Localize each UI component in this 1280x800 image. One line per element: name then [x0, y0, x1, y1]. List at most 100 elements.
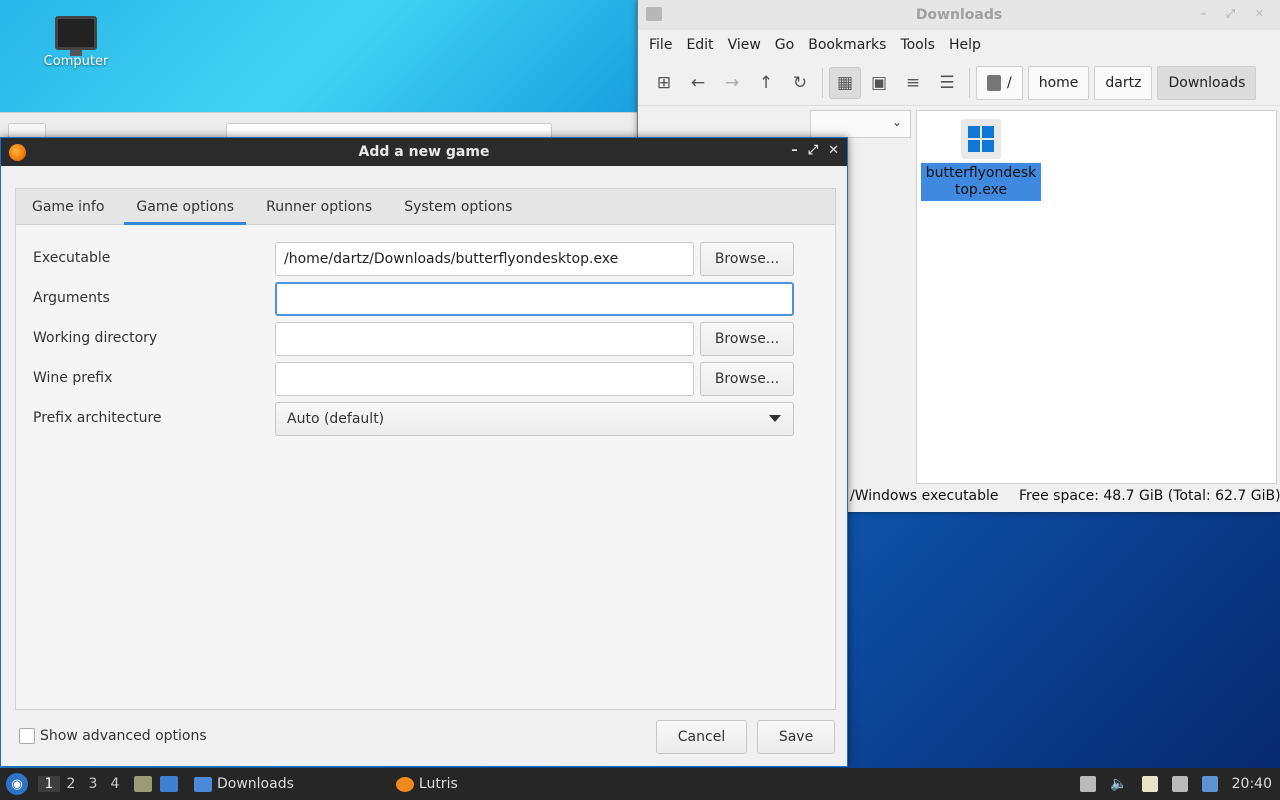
close-icon[interactable]: ✕ — [828, 143, 839, 158]
show-desktop-icon[interactable] — [160, 776, 178, 792]
system-tray: 🔈 20:40 — [1080, 768, 1272, 800]
status-file-type: /Windows executable — [850, 488, 999, 504]
tab-bar: Game info Game options Runner options Sy… — [16, 189, 835, 225]
tab-runner-options[interactable]: Runner options — [254, 189, 384, 224]
menu-tools[interactable]: Tools — [893, 37, 942, 53]
arguments-row: Arguments — [16, 282, 835, 316]
working-directory-row: Working directory Browse... — [16, 322, 835, 356]
dropdown-arrow-icon — [769, 415, 781, 422]
toolbar-separator — [969, 67, 970, 98]
wine-prefix-label: Wine prefix — [33, 370, 113, 386]
thumbnail-view-icon[interactable]: ▣ — [863, 67, 895, 99]
computer-desktop-icon[interactable]: Computer — [34, 16, 118, 69]
clipboard-icon[interactable] — [1141, 776, 1158, 792]
eject-icon[interactable] — [1080, 776, 1097, 792]
menu-view[interactable]: View — [721, 37, 768, 53]
compact-view-icon[interactable]: ≡ — [897, 67, 929, 99]
show-advanced-checkbox[interactable]: Show advanced options — [19, 728, 207, 744]
workspace-2[interactable]: 2 — [60, 776, 82, 792]
forward-icon[interactable]: → — [716, 67, 748, 99]
checkbox-box[interactable] — [19, 728, 35, 744]
up-icon[interactable]: ↑ — [750, 67, 782, 99]
show-advanced-label: Show advanced options — [40, 728, 207, 744]
lutris-icon — [395, 776, 414, 792]
arguments-field[interactable] — [275, 282, 794, 316]
detail-view-icon[interactable]: ☰ — [931, 67, 963, 99]
drive-icon — [987, 74, 1001, 91]
add-game-dialog: Add a new game – ⤢ ✕ Game info Game opti… — [0, 137, 848, 767]
menu-file[interactable]: File — [642, 37, 679, 53]
task-downloads[interactable]: Downloads — [188, 768, 300, 800]
side-pane-selector[interactable]: ⌄ — [810, 110, 911, 138]
clock[interactable]: 20:40 — [1232, 776, 1272, 792]
prefix-architecture-select[interactable]: Auto (default) — [275, 402, 794, 436]
fm-menubar: File Edit View Go Bookmarks Tools Help — [638, 30, 1280, 60]
workspace-4[interactable]: 4 — [104, 776, 126, 792]
folder-icon — [646, 7, 662, 21]
breadcrumb-dartz[interactable]: dartz — [1094, 65, 1153, 100]
breadcrumb-root[interactable]: / — [976, 65, 1023, 100]
tab-game-info[interactable]: Game info — [20, 189, 116, 224]
file-view[interactable]: butterflyondesktop.exe — [916, 110, 1277, 484]
task-lutris[interactable]: Lutris — [390, 768, 464, 800]
executable-browse-button[interactable]: Browse... — [700, 242, 794, 276]
fm-statusbar: /Windows executable Free space: 48.7 GiB… — [850, 488, 1280, 504]
workspace-1[interactable]: 1 — [38, 776, 60, 792]
executable-row: Executable /home/dartz/Downloads/butterf… — [16, 242, 835, 276]
working-directory-label: Working directory — [33, 330, 158, 346]
network-icon[interactable] — [1171, 776, 1188, 792]
status-free-space: Free space: 48.7 GiB (Total: 62.7 GiB) — [1018, 488, 1280, 504]
menu-bookmarks[interactable]: Bookmarks — [801, 37, 893, 53]
folder-icon — [194, 776, 212, 792]
cancel-button[interactable]: Cancel — [656, 720, 747, 754]
executable-label: Executable — [33, 250, 111, 266]
reload-icon[interactable]: ↻ — [784, 67, 816, 99]
start-menu-icon[interactable]: ◉ — [6, 773, 28, 795]
wine-prefix-browse-button[interactable]: Browse... — [700, 362, 794, 396]
computer-label: Computer — [43, 54, 109, 69]
maximize-icon[interactable]: ⤢ — [808, 143, 818, 158]
task-downloads-label: Downloads — [217, 776, 294, 792]
fm-window-controls[interactable]: – ⤢ ✕ — [1201, 7, 1272, 21]
working-directory-browse-button[interactable]: Browse... — [700, 322, 794, 356]
back-icon[interactable]: ← — [682, 67, 714, 99]
menu-help[interactable]: Help — [942, 37, 988, 53]
working-directory-field[interactable] — [275, 322, 694, 356]
breadcrumb-downloads[interactable]: Downloads — [1157, 65, 1257, 100]
fm-toolbar: ⊞ ← → ↑ ↻ ▦ ▣ ≡ ☰ / home dartz Downloads — [638, 60, 1280, 106]
notification-icon[interactable] — [1201, 776, 1218, 792]
tab-system-options[interactable]: System options — [392, 189, 524, 224]
new-tab-icon[interactable]: ⊞ — [648, 67, 680, 99]
prefix-architecture-row: Prefix architecture Auto (default) — [16, 402, 835, 436]
taskbar: ◉ 1 2 3 4 Downloads Lutris 🔈 20:40 — [0, 768, 1280, 800]
wine-prefix-field[interactable] — [275, 362, 694, 396]
toolbar-separator — [822, 67, 823, 98]
chevron-down-icon: ⌄ — [891, 115, 902, 129]
menu-go[interactable]: Go — [768, 37, 801, 53]
options-notebook: Game info Game options Runner options Sy… — [15, 188, 836, 710]
file-manager-launcher-icon[interactable] — [134, 776, 152, 792]
dialog-titlebar[interactable]: Add a new game – ⤢ ✕ — [1, 138, 847, 166]
breadcrumb-root-label: / — [1007, 74, 1012, 91]
task-lutris-label: Lutris — [418, 776, 458, 792]
file-name: butterflyondesktop.exe — [921, 163, 1041, 201]
icon-view-icon[interactable]: ▦ — [829, 66, 861, 99]
save-button[interactable]: Save — [757, 720, 835, 754]
windows-icon — [961, 119, 1001, 159]
fm-titlebar[interactable]: Downloads – ⤢ ✕ — [638, 0, 1280, 30]
workspace-3[interactable]: 3 — [82, 776, 104, 792]
prefix-architecture-value: Auto (default) — [287, 411, 385, 427]
executable-field[interactable]: /home/dartz/Downloads/butterflyondesktop… — [275, 242, 694, 276]
arguments-label: Arguments — [33, 290, 110, 306]
wine-prefix-row: Wine prefix Browse... — [16, 362, 835, 396]
tab-game-options[interactable]: Game options — [124, 189, 246, 225]
game-options-panel: Executable /home/dartz/Downloads/butterf… — [16, 225, 835, 709]
volume-icon[interactable]: 🔈 — [1110, 776, 1127, 792]
prefix-architecture-label: Prefix architecture — [33, 410, 162, 426]
file-item[interactable]: butterflyondesktop.exe — [921, 119, 1041, 201]
fm-window-title: Downloads — [915, 7, 1003, 23]
breadcrumb-home[interactable]: home — [1027, 65, 1090, 100]
minimize-icon[interactable]: – — [791, 143, 798, 158]
monitor-icon — [55, 16, 97, 56]
menu-edit[interactable]: Edit — [679, 37, 720, 53]
